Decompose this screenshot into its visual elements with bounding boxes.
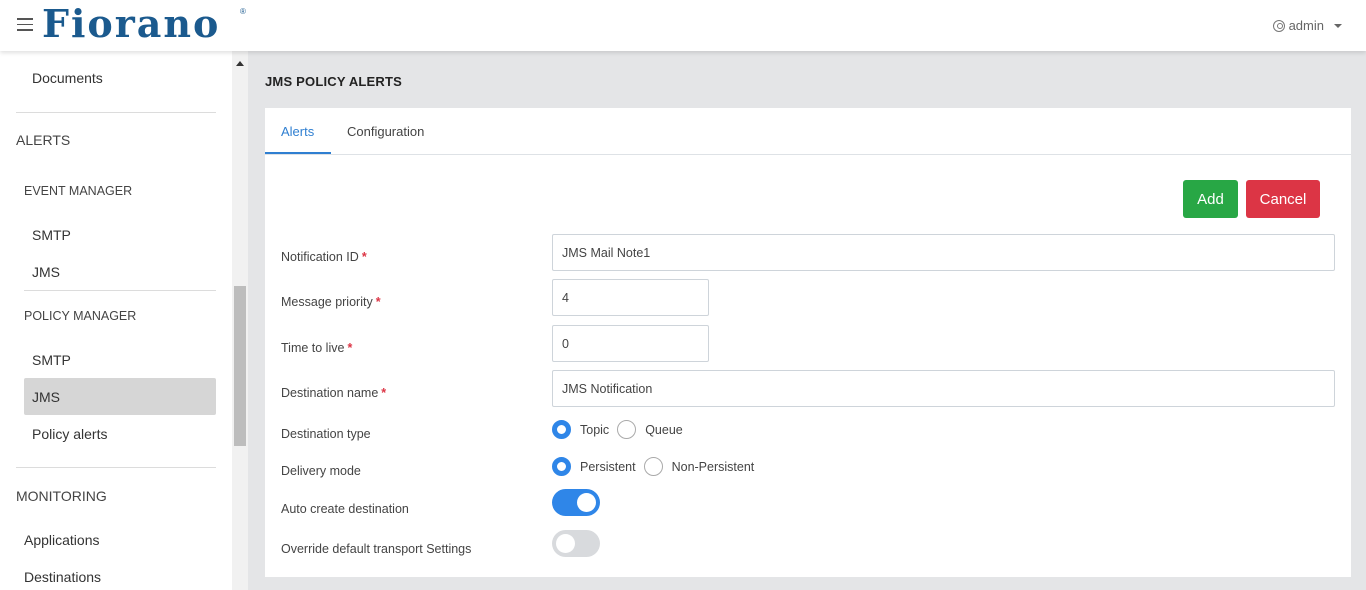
sidebar-heading-policy-manager: POLICY MANAGER [24,309,137,323]
radio-topic[interactable] [552,420,571,439]
scroll-up-icon[interactable] [236,61,244,66]
override-transport-toggle[interactable] [552,530,600,557]
message-priority-input[interactable] [552,279,709,316]
destination-name-input[interactable] [552,370,1335,407]
required-marker: * [361,250,367,264]
tab-bar: Alerts Configuration [265,108,1351,155]
fiorano-logo: Fiorano [42,1,221,46]
scrollbar-thumb[interactable] [234,286,246,446]
top-bar: Fiorano ® admin [0,0,1366,51]
sidebar-divider [24,290,216,291]
radio-non-persistent[interactable] [643,457,663,476]
destination-name-label: Destination name * [281,386,387,400]
radio-queue[interactable] [617,420,637,439]
sidebar-divider [16,467,216,468]
sidebar-item-policy-alerts[interactable]: Policy alerts [32,426,107,442]
sidebar-item-applications[interactable]: Applications [24,532,100,548]
toggle-knob [556,534,575,553]
sidebar-heading-event-manager: EVENT MANAGER [24,184,133,198]
message-priority-label: Message priority * [281,295,381,309]
sidebar: Documents ALERTS EVENT MANAGER SMTP JMS … [0,51,232,590]
user-menu[interactable]: admin [1272,18,1342,33]
tab-configuration[interactable]: Configuration [347,124,424,139]
user-name: admin [1288,18,1324,33]
sidebar-item-event-smtp[interactable]: SMTP [32,227,71,243]
form-card: Alerts Configuration Add Cancel Notifica… [265,108,1351,577]
tab-alerts[interactable]: Alerts [281,124,314,139]
chevron-down-icon [1334,23,1342,28]
sidebar-item-policy-jms-label: JMS [32,389,60,405]
radio-queue-label[interactable]: Queue [645,423,683,437]
radio-persistent[interactable] [552,457,571,476]
delivery-mode-label: Delivery mode [281,464,361,478]
required-marker: * [347,341,353,355]
registered-mark: ® [240,7,246,16]
active-tab-indicator [265,152,331,154]
add-button[interactable]: Add [1183,180,1238,218]
sidebar-scrollbar[interactable] [232,51,248,590]
page-title: JMS POLICY ALERTS [265,74,403,89]
sidebar-item-documents[interactable]: Documents [32,70,103,86]
sidebar-item-policy-smtp[interactable]: SMTP [32,352,71,368]
radio-non-persistent-label[interactable]: Non-Persistent [672,460,755,474]
time-to-live-input[interactable] [552,325,709,362]
auto-create-toggle[interactable] [552,489,600,516]
time-to-live-label: Time to live * [281,341,353,355]
sidebar-divider [16,112,216,113]
hamburger-menu-icon[interactable] [17,18,33,32]
user-icon [1272,19,1285,32]
sidebar-item-event-jms[interactable]: JMS [32,264,60,280]
sidebar-heading-alerts: ALERTS [16,132,71,148]
sidebar-heading-monitoring: MONITORING [16,488,107,504]
radio-persistent-label[interactable]: Persistent [580,460,636,474]
sidebar-item-destinations[interactable]: Destinations [24,569,101,585]
notification-id-input[interactable] [552,234,1335,271]
required-marker: * [375,295,381,309]
auto-create-label: Auto create destination [281,502,409,516]
required-marker: * [381,386,387,400]
notification-id-label: Notification ID * [281,250,367,264]
cancel-button[interactable]: Cancel [1246,180,1320,218]
destination-type-label: Destination type [281,427,371,441]
radio-topic-label[interactable]: Topic [580,423,609,437]
delivery-mode-radios: Persistent Non-Persistent [552,457,762,476]
toggle-knob [577,493,596,512]
destination-type-radios: Topic Queue [552,420,691,439]
override-transport-label: Override default transport Settings [281,542,472,556]
